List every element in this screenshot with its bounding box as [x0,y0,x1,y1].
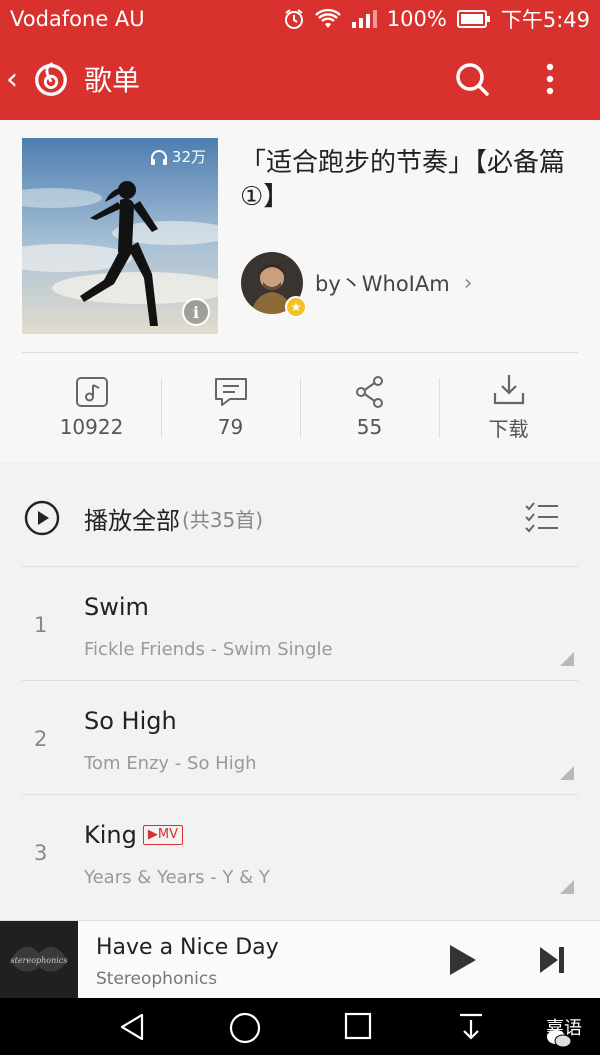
mv-badge[interactable]: ▶MV [142,825,183,845]
play-circle-icon[interactable] [24,500,60,536]
playlist-title: 「适合跑步的节奏」【必备篇①】 [240,148,566,212]
star-badge-icon: ★ [285,296,307,318]
mini-player[interactable]: stereophonics Have a Nice Day Stereophon… [0,920,600,999]
song-list: 1 Swim Fickle Friends - Swim Single 2 So… [0,566,600,908]
nav-pulldown-icon[interactable] [458,1012,484,1042]
corner-triangle-icon[interactable] [560,880,574,894]
carrier-label: Vodafone AU [10,7,145,31]
clock: 下午5:49 [500,8,590,32]
app-bar: ‹ 歌单 [0,38,600,120]
song-index: 3 [34,841,48,865]
song-index: 2 [34,727,48,751]
playlist-header: 32万 i 「适合跑步的节奏」【必备篇①】 ★ by丶WhoIAm › 1092… [0,120,600,462]
song-title-line: King ▶MV [84,821,183,849]
multi-select-icon[interactable] [524,500,560,536]
more-vert-icon[interactable] [544,62,556,96]
divider [22,352,578,353]
song-subtitle: Years & Years - Y & Y [84,867,270,888]
play-all-bar[interactable]: 播放全部 (共35首) [0,478,600,558]
nav-home-icon[interactable] [229,1012,261,1044]
song-subtitle: Fickle Friends - Swim Single [84,639,333,660]
album-art-label: stereophonics [10,955,68,965]
play-all-label: 播放全部 [84,506,180,535]
song-title: So High [84,707,177,735]
play-icon[interactable] [446,943,478,977]
status-bar: Vodafone AU 100% 下午5:49 [0,0,600,38]
play-count: 32万 [150,146,206,167]
nav-recents-icon[interactable] [344,1012,372,1040]
song-index: 1 [34,613,48,637]
mv-badge-label: MV [157,827,178,842]
wifi-icon [314,8,341,28]
stat-download[interactable]: 下载 [439,362,578,452]
stat-shares-value: 55 [356,415,383,439]
play-count-value: 32万 [171,148,206,166]
wechat-icon [547,1030,572,1048]
corner-triangle-icon[interactable] [560,652,574,666]
now-playing-artist: Stereophonics [96,969,218,989]
stat-download-label: 下载 [488,416,529,441]
stat-comments-value: 79 [217,415,244,439]
list-item[interactable]: 2 So High Tom Enzy - So High [22,680,578,794]
song-subtitle: Tom Enzy - So High [84,753,257,774]
stat-comments[interactable]: 79 [161,362,300,452]
nav-back-icon[interactable] [118,1012,148,1042]
stat-songs[interactable]: 10922 [22,362,161,452]
list-item[interactable]: 3 King ▶MV Years & Years - Y & Y [22,794,578,908]
list-item[interactable]: 1 Swim Fickle Friends - Swim Single [22,566,578,680]
next-track-icon[interactable] [538,945,566,975]
now-playing-title: Have a Nice Day [96,935,279,960]
download-icon [493,374,524,404]
system-nav-bar: 嘉语 [0,998,600,1055]
share-icon [355,376,383,408]
chevron-right-icon: › [463,270,473,296]
comment-icon [214,378,247,406]
back-icon[interactable]: ‹ [6,62,30,97]
battery-percent: 100% [386,7,447,31]
stats-bar: 10922 79 55 下载 [22,362,578,452]
corner-triangle-icon[interactable] [560,766,574,780]
song-title-line: Swim [84,593,149,621]
headphones-icon [150,149,167,165]
album-art[interactable]: stereophonics [0,921,78,999]
watermark: 嘉语 [546,1014,582,1048]
avatar[interactable]: ★ [241,252,307,318]
song-title: King [84,821,137,849]
stat-songs-value: 10922 [59,415,124,439]
playlist-cover[interactable]: 32万 i [22,138,218,334]
battery-icon [456,10,490,28]
song-title: Swim [84,593,149,621]
music-note-icon [75,377,108,407]
creator-name: by丶WhoIAm [315,272,450,296]
stat-shares[interactable]: 55 [300,362,439,452]
signal-icon [351,10,377,28]
play-all-count: (共35首) [182,507,264,532]
page-title: 歌单 [84,64,141,97]
alarm-icon [284,9,303,29]
song-title-line: So High [84,707,177,735]
info-icon[interactable]: i [182,298,210,326]
netease-logo-icon[interactable] [32,60,70,98]
search-icon[interactable] [452,59,492,99]
creator-link[interactable]: ★ by丶WhoIAm › [241,252,473,318]
